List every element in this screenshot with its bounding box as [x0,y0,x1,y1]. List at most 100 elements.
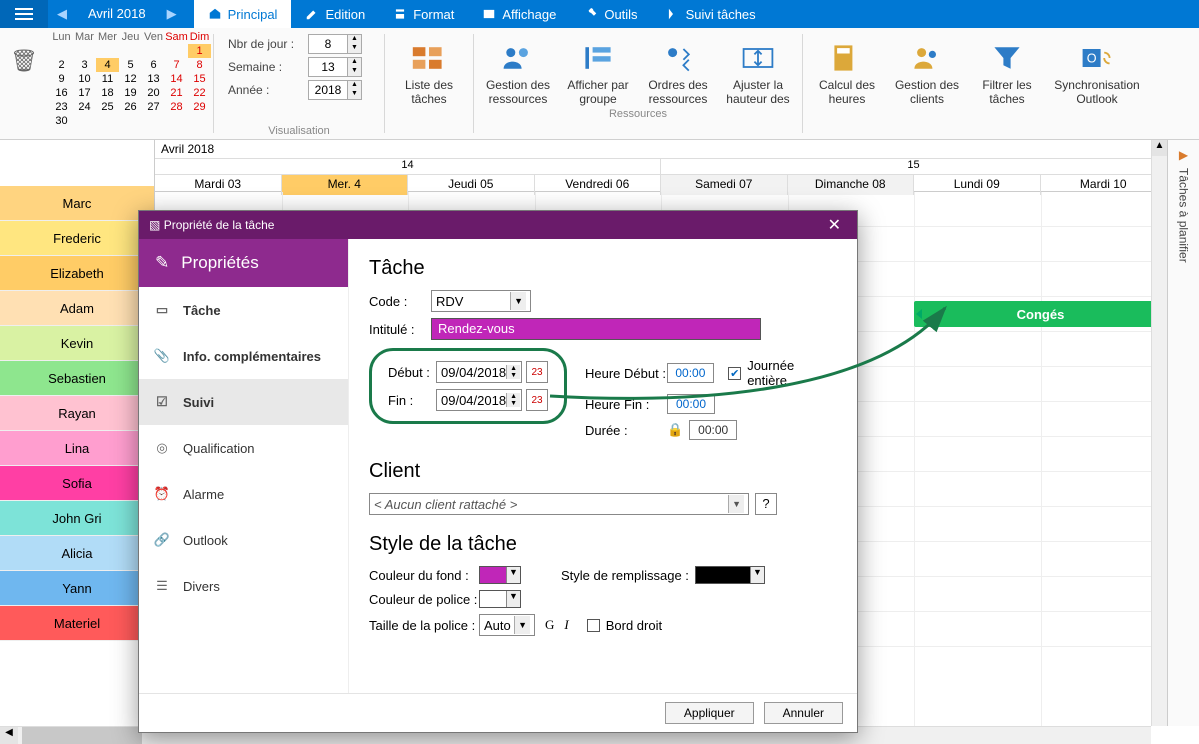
tab-affichage-label: Affichage [502,7,556,22]
resource-row[interactable]: John Gri [0,501,154,536]
resource-row[interactable]: Frederic [0,221,154,256]
resource-row[interactable]: Materiel [0,606,154,641]
lock-icon[interactable]: 🔒 [667,422,683,438]
month-label: Avril 2018 [76,0,158,28]
mini-calendar[interactable]: LunMarMerJeuVenSamDim 123456789101112131… [48,28,213,139]
resource-row[interactable]: Lina [0,431,154,466]
tab-suivi-taches[interactable]: Suivi tâches [652,0,770,28]
debut-calendar-button[interactable]: 23 [526,361,548,383]
client-help-button[interactable]: ? [755,493,777,515]
tasks-to-plan-label: Tâches à planifier [1177,168,1191,263]
btn-liste-taches[interactable]: Liste des tâches [389,36,469,106]
hamburger-menu[interactable] [0,0,48,28]
duree-input[interactable]: 00:00 [689,420,737,440]
couleur-fond-select[interactable]: ▼ [479,566,521,584]
bord-droit-checkbox[interactable]: Bord droit [587,618,662,633]
modal-title: Propriété de la tâche [164,218,275,232]
tasks-to-plan-panel[interactable]: ▶ Tâches à planifier [1167,140,1199,726]
trash-icon[interactable]: 🗑 [10,48,38,74]
italic-toggle[interactable]: I [564,617,568,633]
couleur-police-select[interactable]: ▼ [479,590,521,608]
timeline-month-label: Avril 2018 [155,140,1167,159]
annee-spinner[interactable]: ▲▼ [308,80,362,100]
vertical-scrollbar[interactable]: ▲ [1151,140,1167,726]
svg-text:O: O [1087,52,1097,66]
btn-sync-outlook[interactable]: OSynchronisation Outlook [1047,36,1147,106]
nav-item-tache[interactable]: ▭Tâche [139,287,348,333]
nav-item-suivi[interactable]: ☑Suivi [139,379,348,425]
month-next[interactable]: ▶ [158,0,186,28]
btn-afficher-groupe[interactable]: Afficher par groupe [558,36,638,106]
btn-gestion-ressources[interactable]: Gestion des ressources [478,36,558,106]
semaine-spinner[interactable]: ▲▼ [308,57,362,77]
resource-row[interactable]: Kevin [0,326,154,361]
debut-date-input[interactable]: 09/04/2018▲▼ [436,361,522,383]
client-select[interactable]: < Aucun client rattaché >▼ [369,493,749,515]
tab-format-label: Format [413,7,454,22]
task-conges[interactable]: Congés [914,301,1167,327]
nav-item-outlook[interactable]: 🔗Outlook [139,517,348,563]
taille-police-label: Taille de la police : [369,618,479,633]
tab-affichage[interactable]: Affichage [468,0,570,28]
month-prev[interactable]: ◀ [48,0,76,28]
group-ressources-caption: Ressources [474,108,802,122]
btn-calcul-heures[interactable]: Calcul des heures [807,36,887,106]
resource-row[interactable]: Sebastien [0,361,154,396]
tab-suivi-label: Suivi tâches [686,7,756,22]
style-remplissage-select[interactable]: ▼ [695,566,765,584]
heure-fin-input[interactable]: 00:00 [667,394,715,414]
debut-label: Début : [388,365,436,380]
appliquer-button[interactable]: Appliquer [665,702,754,724]
fin-date-input[interactable]: 09/04/2018▲▼ [436,389,522,411]
btn-filtrer-taches[interactable]: Filtrer les tâches [967,36,1047,106]
nav-item-qualification[interactable]: ◎Qualification [139,425,348,471]
group-visualisation-caption: Visualisation [228,125,370,137]
btn-ordres-ressources[interactable]: Ordres des ressources [638,36,718,106]
couleur-fond-label: Couleur du fond : [369,568,479,583]
nbr-jour-spinner[interactable]: ▲▼ [308,34,362,54]
modal-nav-header: ✎ Propriétés [139,239,348,287]
btn-gestion-clients[interactable]: Gestion des clients [887,36,967,106]
nav-item-alarme[interactable]: ⏰Alarme [139,471,348,517]
resource-row[interactable]: Marc [0,186,154,221]
target-icon: ◎ [153,439,171,457]
fin-calendar-button[interactable]: 23 [526,389,548,411]
bold-toggle[interactable]: G [545,617,554,633]
resource-row[interactable]: Alicia [0,536,154,571]
tab-outils[interactable]: Outils [570,0,651,28]
intitule-label: Intitulé : [369,322,431,337]
modal-title-icon: ▧ [149,218,160,232]
modal-close-button[interactable]: ✕ [822,215,847,235]
resource-row[interactable]: Sofia [0,466,154,501]
tab-format[interactable]: Format [379,0,468,28]
duree-label: Durée : [585,423,667,438]
code-label: Code : [369,294,431,309]
heure-debut-input[interactable]: 00:00 [667,363,715,383]
journee-entiere-checkbox[interactable]: ✔Journée entière [728,358,837,388]
tab-outils-label: Outils [604,7,637,22]
tab-edition-label: Edition [325,7,365,22]
section-client-heading: Client [369,460,837,483]
nav-item-info[interactable]: 📎Info. complémentaires [139,333,348,379]
code-select[interactable]: RDV▼ [431,290,531,312]
style-remplissage-label: Style de remplissage : [561,568,689,583]
taille-police-select[interactable]: Auto▼ [479,614,535,636]
annuler-button[interactable]: Annuler [764,702,843,724]
resource-row[interactable]: Yann [0,571,154,606]
btn-ajuster-hauteur[interactable]: Ajuster la hauteur des [718,36,798,106]
nav-item-divers[interactable]: ☰Divers [139,563,348,609]
section-tache-heading: Tâche [369,257,837,280]
heure-debut-label: Heure Début : [585,366,667,381]
intitule-input[interactable]: Rendez-vous [431,318,761,340]
tab-principal[interactable]: Principal [194,0,292,28]
paperclip-icon: 📎 [153,347,171,365]
resource-row[interactable]: Adam [0,291,154,326]
tab-principal-label: Principal [228,7,278,22]
tab-edition[interactable]: Edition [291,0,379,28]
chevron-right-icon: ▶ [1179,148,1188,162]
resource-row[interactable]: Rayan [0,396,154,431]
link-icon: 🔗 [153,531,171,549]
semaine-label: Semaine : [228,60,308,74]
resource-row[interactable]: Elizabeth [0,256,154,291]
check-icon: ☑ [153,393,171,411]
